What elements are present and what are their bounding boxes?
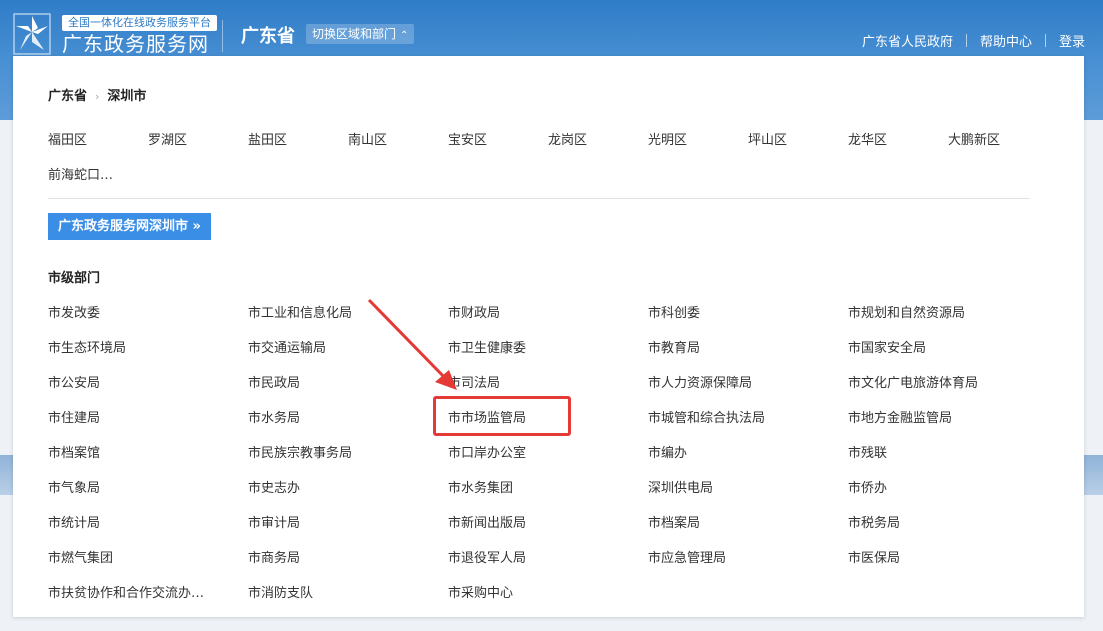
department-item[interactable]: 市扶贫协作和合作交流办… [48, 582, 204, 601]
site-title[interactable]: 广东政务服务网 [62, 31, 209, 57]
department-item[interactable]: 市税务局 [848, 512, 900, 531]
district-item[interactable]: 盐田区 [248, 129, 287, 148]
department-item[interactable]: 市城管和综合执法局 [648, 407, 765, 426]
department-item[interactable]: 市审计局 [248, 512, 300, 531]
department-item[interactable]: 市采购中心 [448, 582, 513, 601]
department-item[interactable]: 市民政局 [248, 372, 300, 391]
breadcrumb-city[interactable]: 深圳市 [107, 89, 146, 104]
district-item[interactable]: 大鹏新区 [948, 129, 1000, 148]
department-item[interactable]: 市应急管理局 [648, 547, 726, 566]
department-item[interactable]: 市燃气集团 [48, 547, 113, 566]
district-item[interactable]: 宝安区 [448, 129, 487, 148]
background-skyline-right [1084, 455, 1103, 495]
department-item[interactable]: 市公安局 [48, 372, 100, 391]
breadcrumb-province[interactable]: 广东省 [48, 89, 87, 104]
header-divider [222, 20, 223, 52]
district-item[interactable]: 罗湖区 [148, 129, 187, 148]
breadcrumb: 广东省 › 深圳市 [48, 85, 146, 104]
department-item[interactable]: 市侨办 [848, 477, 887, 496]
district-item[interactable]: 前海蛇口… [48, 164, 113, 183]
department-item[interactable]: 市文化广电旅游体育局 [848, 372, 978, 391]
top-nav: 广东省人民政府 帮助中心 登录 [862, 31, 1085, 50]
department-item[interactable]: 市口岸办公室 [448, 442, 526, 461]
department-item[interactable]: 市教育局 [648, 337, 700, 356]
department-item[interactable]: 市史志办 [248, 477, 300, 496]
department-item[interactable]: 市档案馆 [48, 442, 100, 461]
switch-region-button[interactable]: 切换区域和部门 ⌃ [306, 24, 415, 44]
department-item[interactable]: 市医保局 [848, 547, 900, 566]
city-portal-button[interactable]: 广东政务服务网深圳市 » [48, 213, 211, 240]
department-item[interactable]: 市交通运输局 [248, 337, 326, 356]
department-item[interactable]: 市档案局 [648, 512, 700, 531]
nav-separator [1044, 34, 1046, 47]
department-item[interactable]: 市民族宗教事务局 [248, 442, 352, 461]
department-item[interactable]: 市生态环境局 [48, 337, 126, 356]
department-item[interactable]: 市发改委 [48, 302, 100, 321]
site-logo-icon[interactable] [12, 12, 52, 56]
annotation-highlight-box [433, 396, 571, 436]
department-item[interactable]: 市气象局 [48, 477, 100, 496]
department-item[interactable]: 市人力资源保障局 [648, 372, 752, 391]
link-help-center[interactable]: 帮助中心 [980, 35, 1032, 50]
department-item[interactable]: 市统计局 [48, 512, 100, 531]
department-item[interactable]: 市住建局 [48, 407, 100, 426]
nav-separator [965, 34, 967, 47]
department-item[interactable]: 市消防支队 [248, 582, 313, 601]
department-item[interactable]: 市水务集团 [448, 477, 513, 496]
department-item[interactable]: 市科创委 [648, 302, 700, 321]
department-item[interactable]: 市国家安全局 [848, 337, 926, 356]
department-item[interactable]: 市退役军人局 [448, 547, 526, 566]
department-item[interactable]: 市残联 [848, 442, 887, 461]
breadcrumb-separator-icon: › [95, 90, 100, 103]
district-item[interactable]: 福田区 [48, 129, 87, 148]
switch-region-label: 切换区域和部门 [312, 27, 397, 41]
region-dropdown-panel: 广东省 › 深圳市 福田区 罗湖区 盐田区 南山区 宝安区 龙岗区 光明区 坪山区 … [13, 56, 1084, 617]
section-divider [48, 198, 1030, 199]
department-item[interactable]: 市工业和信息化局 [248, 302, 352, 321]
district-item[interactable]: 坪山区 [748, 129, 787, 148]
link-province-government[interactable]: 广东省人民政府 [862, 35, 953, 50]
department-item[interactable]: 市水务局 [248, 407, 300, 426]
chevron-up-icon: ⌃ [400, 30, 409, 41]
department-item[interactable]: 市新闻出版局 [448, 512, 526, 531]
department-item[interactable]: 市规划和自然资源局 [848, 302, 965, 321]
district-item[interactable]: 龙岗区 [548, 129, 587, 148]
departments-heading: 市级部门 [48, 271, 101, 286]
background-skyline-left [0, 455, 14, 495]
link-login[interactable]: 登录 [1059, 35, 1085, 50]
district-item[interactable]: 龙华区 [848, 129, 887, 148]
annotation-arrow-icon [367, 298, 457, 390]
department-item[interactable]: 市商务局 [248, 547, 300, 566]
platform-tagline: 全国一体化在线政务服务平台 [62, 15, 217, 31]
department-item[interactable]: 市编办 [648, 442, 687, 461]
district-item[interactable]: 南山区 [348, 129, 387, 148]
district-item[interactable]: 光明区 [648, 129, 687, 148]
department-item[interactable]: 深圳供电局 [648, 477, 713, 496]
current-region: 广东省 [241, 26, 295, 47]
department-item[interactable]: 市地方金融监管局 [848, 407, 952, 426]
